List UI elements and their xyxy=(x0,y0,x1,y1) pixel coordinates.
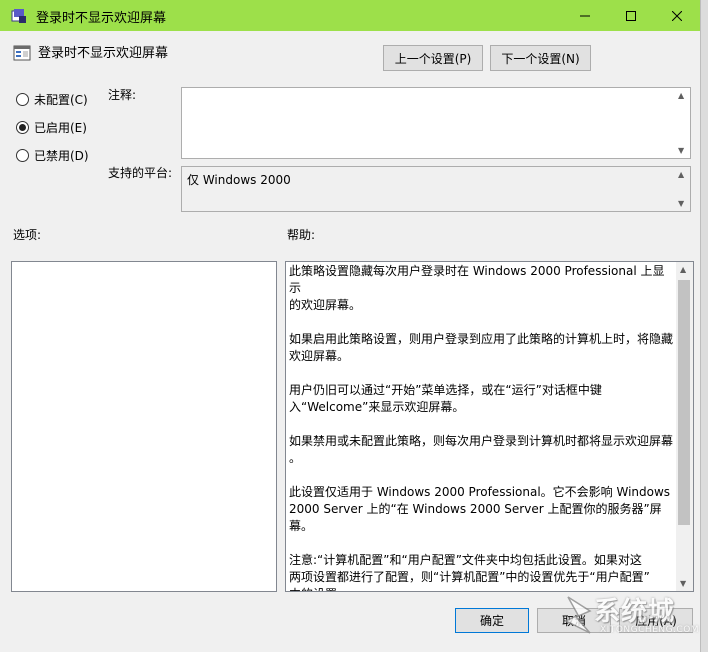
platform-field: 仅 Windows 2000 ▲ ▼ xyxy=(181,166,691,212)
platform-value: 仅 Windows 2000 xyxy=(187,173,291,187)
scroll-down-icon[interactable]: ▼ xyxy=(678,199,684,208)
platform-scrollbar[interactable]: ▲ ▼ xyxy=(674,167,690,211)
radio-label: 已禁用(D) xyxy=(34,148,89,163)
scroll-up-icon[interactable]: ▲ xyxy=(678,91,684,100)
radio-circle[interactable] xyxy=(16,92,29,106)
radio-not-configured[interactable]: 未配置(C) xyxy=(16,90,88,108)
maximize-button[interactable] xyxy=(608,0,654,31)
radio-circle-checked[interactable] xyxy=(16,120,29,134)
watermark-text: 系统城 xyxy=(594,597,676,627)
radio-enabled[interactable]: 已启用(E) xyxy=(16,118,87,136)
close-button[interactable] xyxy=(654,0,700,31)
help-paragraph: 此策略设置隐藏每次用户登录时在 Windows 2000 Professiona… xyxy=(289,264,665,312)
scroll-up-icon[interactable]: ▲ xyxy=(680,265,686,274)
note-scrollbar[interactable]: ▲ ▼ xyxy=(674,88,690,158)
setting-icon xyxy=(13,45,31,61)
help-paragraph: 如果启用此策略设置，则用户登录到应用了此策略的计算机上时，将隐藏 欢迎屏幕。 xyxy=(289,332,674,363)
minimize-icon xyxy=(580,15,590,16)
policy-app-icon xyxy=(11,9,26,23)
options-label: 选项: xyxy=(13,228,42,242)
ok-button[interactable]: 确定 xyxy=(455,608,529,633)
maximize-icon xyxy=(626,10,636,21)
watermark: 系统城 XITONGCHENG.COM xyxy=(560,585,700,645)
note-textarea[interactable]: ▲ ▼ xyxy=(181,87,691,159)
setting-title: 登录时不显示欢迎屏幕 xyxy=(38,46,169,61)
radio-label: 未配置(C) xyxy=(34,92,88,107)
previous-setting-button[interactable]: 上一个设置(P) xyxy=(383,45,483,71)
scroll-up-icon[interactable]: ▲ xyxy=(678,170,684,179)
options-panel xyxy=(11,261,277,592)
help-text: 此策略设置隐藏每次用户登录时在 Windows 2000 Professiona… xyxy=(289,263,675,591)
platform-label: 支持的平台: xyxy=(108,166,173,180)
note-label: 注释: xyxy=(108,88,137,102)
window-title: 登录时不显示欢迎屏幕 xyxy=(36,11,167,26)
radio-label: 已启用(E) xyxy=(34,120,87,135)
scroll-thumb[interactable] xyxy=(678,280,690,525)
help-paragraph: 此设置仅适用于 Windows 2000 Professional。它不会影响 … xyxy=(289,485,671,533)
next-setting-button[interactable]: 下一个设置(N) xyxy=(490,45,591,71)
minimize-button[interactable] xyxy=(562,0,608,31)
background-window-edge xyxy=(700,0,708,652)
close-icon xyxy=(672,10,682,21)
help-label: 帮助: xyxy=(287,228,316,242)
radio-disabled[interactable]: 已禁用(D) xyxy=(16,146,89,164)
radio-circle[interactable] xyxy=(16,148,29,162)
help-paragraph: 如果禁用或未配置此策略，则每次用户登录到计算机时都将显示欢迎屏幕 。 xyxy=(289,434,674,465)
watermark-subtext: XITONGCHENG.COM xyxy=(600,625,700,635)
scroll-down-icon[interactable]: ▼ xyxy=(678,146,684,155)
help-panel[interactable]: 此策略设置隐藏每次用户登录时在 Windows 2000 Professiona… xyxy=(285,261,694,592)
title-bar: 登录时不显示欢迎屏幕 xyxy=(0,0,700,31)
help-paragraph: 用户仍旧可以通过“开始”菜单选择，或在“运行”对话框中键 入“Welcome”来… xyxy=(289,383,602,414)
help-scrollbar[interactable]: ▲ ▼ xyxy=(676,262,693,591)
